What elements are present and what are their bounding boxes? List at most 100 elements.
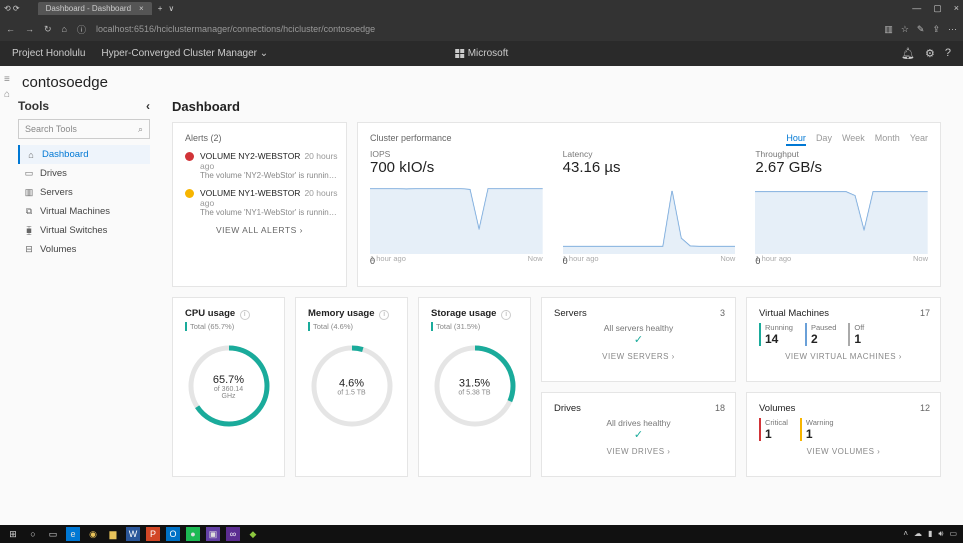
search-tools-input[interactable]: Search Tools ⌕ (18, 119, 150, 139)
sidebar-item-servers[interactable]: ▥Servers (18, 183, 150, 202)
time-tab-day[interactable]: Day (816, 133, 832, 146)
nav-forward-icon[interactable]: → (25, 24, 34, 34)
view-volumes-link[interactable]: VIEW VOLUMES › (759, 447, 928, 456)
vms-count: 17 (920, 308, 930, 318)
usage-title: CPU usage i (185, 308, 250, 320)
tray-action-icon[interactable]: ▭ (949, 529, 957, 539)
info-icon[interactable]: i (379, 310, 389, 320)
powerpoint-icon[interactable]: P (146, 527, 160, 541)
cortana-icon[interactable]: ○ (26, 527, 40, 541)
drives-title: Drives (554, 403, 723, 414)
view-vms-link[interactable]: VIEW VIRTUAL MACHINES › (759, 352, 928, 361)
info-icon[interactable]: i (240, 310, 250, 320)
window-maximize-icon[interactable]: ▢ (933, 3, 942, 14)
sparkline-chart: 0 (563, 184, 736, 254)
start-button[interactable]: ⊞ (6, 527, 20, 541)
cpu-usage-card: CPU usage i Total (65.7%) 65.7%of 360.14… (172, 297, 285, 477)
kpi-label: Critical (765, 418, 788, 427)
nav-label: Virtual Switches (40, 225, 107, 236)
nav-refresh-icon[interactable]: ↻ (44, 24, 52, 35)
usage-pct: 65.7% (206, 374, 251, 386)
home-icon[interactable]: ⌂ (4, 89, 10, 100)
vs-icon[interactable]: ∞ (226, 527, 240, 541)
url-bar[interactable]: localhost:6516/hciclustermanager/connect… (96, 24, 874, 34)
nav-label: Virtual Machines (40, 206, 110, 217)
time-tab-hour[interactable]: Hour (786, 133, 806, 146)
reading-view-icon[interactable]: ▥ (884, 24, 893, 35)
kpi-running: Running14 (759, 323, 793, 346)
hamburger-icon[interactable]: ≡ (4, 74, 10, 85)
usage-total: Total (65.7%) (185, 322, 234, 331)
kpi-value: 2 (811, 332, 836, 346)
app-header: Project Honolulu Hyper-Converged Cluster… (0, 41, 963, 66)
edge-icon[interactable]: e (66, 527, 80, 541)
kpi-value: 1 (854, 332, 864, 346)
error-icon (185, 152, 194, 161)
favorite-icon[interactable]: ☆ (901, 24, 909, 35)
search-icon: ⌕ (138, 124, 143, 135)
sidebar-item-drives[interactable]: ▭Drives (18, 164, 150, 183)
metric-throughput: Throughput 2.67 GB/s 0 1 hour agoNow (755, 149, 928, 263)
sidebar-item-virtual-machines[interactable]: ⧉Virtual Machines (18, 202, 150, 221)
sidebar-item-volumes[interactable]: ⊟Volumes (18, 240, 150, 259)
axis-end: Now (913, 254, 928, 263)
view-all-label: VIEW ALL ALERTS (216, 225, 297, 235)
system-tray[interactable]: ˄ ☁ ▮ 🔊︎ ▭ (903, 529, 957, 539)
metric-value: 700 kIO/s (370, 159, 543, 176)
alerts-card: Alerts (2) VOLUME NY2-WEBSTOR20 hours ag… (172, 122, 347, 287)
usage-pct: 4.6% (337, 377, 365, 389)
nav-back-icon[interactable]: ← (6, 24, 15, 34)
donut-chart: 65.7%of 360.14 GHz (184, 341, 274, 433)
settings-icon[interactable]: ⚙ (925, 47, 935, 60)
tray-battery-icon[interactable]: ▮ (928, 529, 932, 539)
outlook-icon[interactable]: O (166, 527, 180, 541)
spotify-icon[interactable]: ● (186, 527, 200, 541)
time-tab-week[interactable]: Week (842, 133, 865, 146)
browser-tab[interactable]: Dashboard - Dashboard × (38, 2, 152, 15)
teams-icon[interactable]: ▣ (206, 527, 220, 541)
tray-up-icon[interactable]: ˄ (903, 529, 908, 539)
alert-item[interactable]: VOLUME NY2-WEBSTOR20 hours ago The volum… (185, 151, 334, 180)
window-close-icon[interactable]: × (954, 3, 959, 14)
tray-sound-icon[interactable]: 🔊︎ (938, 529, 943, 539)
view-all-alerts-link[interactable]: VIEW ALL ALERTS › (185, 225, 334, 235)
browser-back-group[interactable]: ⟲ ⟳ (4, 4, 20, 13)
sidebar-item-virtual-switches[interactable]: ⧯Virtual Switches (18, 221, 150, 240)
view-drives-link[interactable]: VIEW DRIVES › (554, 447, 723, 456)
notes-icon[interactable]: ✎ (917, 24, 925, 35)
time-tab-month[interactable]: Month (875, 133, 900, 146)
sidebar-item-dashboard[interactable]: ⌂Dashboard (18, 145, 150, 164)
url-lock-icon: ⓘ (77, 23, 86, 36)
tab-title: Dashboard - Dashboard (46, 4, 131, 13)
alert-item[interactable]: VOLUME NY1-WEBSTOR20 hours ago The volum… (185, 188, 334, 217)
sparkline-chart: 0 (755, 184, 928, 254)
new-tab-button[interactable]: + (158, 4, 163, 13)
help-icon[interactable]: ? (945, 47, 951, 60)
more-icon[interactable]: ⋯ (948, 24, 957, 35)
usage-sub: of 1.5 TB (337, 389, 365, 396)
tray-cloud-icon[interactable]: ☁ (914, 529, 922, 539)
donut-chart: 31.5%of 5.38 TB (430, 341, 520, 433)
app-icon[interactable]: ◆ (246, 527, 260, 541)
taskview-icon[interactable]: ▭ (46, 527, 60, 541)
info-icon[interactable]: i (501, 310, 511, 320)
view-servers-link[interactable]: VIEW SERVERS › (554, 352, 723, 361)
collapse-icon[interactable]: ‹ (146, 99, 150, 113)
tab-overflow-icon[interactable]: ∨ (168, 4, 174, 13)
usage-sub: of 360.14 GHz (206, 386, 251, 400)
share-icon[interactable]: ⇪ (932, 24, 940, 35)
chrome-icon[interactable]: ◉ (86, 527, 100, 541)
word-icon[interactable]: W (126, 527, 140, 541)
window-minimize-icon[interactable]: — (912, 3, 921, 14)
alert-title: VOLUME NY2-WEBSTOR (200, 151, 300, 161)
kpi-value: 14 (765, 332, 793, 346)
nav-icon: ⊟ (24, 244, 34, 255)
time-tab-year[interactable]: Year (910, 133, 928, 146)
close-icon[interactable]: × (139, 4, 144, 13)
alert-subtitle: The volume 'NY1-WebStor' is running low … (200, 208, 340, 217)
nav-home-icon[interactable]: ⌂ (62, 24, 67, 34)
connection-dropdown[interactable]: Hyper-Converged Cluster Manager ⌄ (101, 48, 268, 59)
explorer-icon[interactable]: ▆ (106, 527, 120, 541)
drives-count: 18 (715, 403, 725, 413)
notifications-icon[interactable]: 🔔︎ (901, 47, 915, 60)
